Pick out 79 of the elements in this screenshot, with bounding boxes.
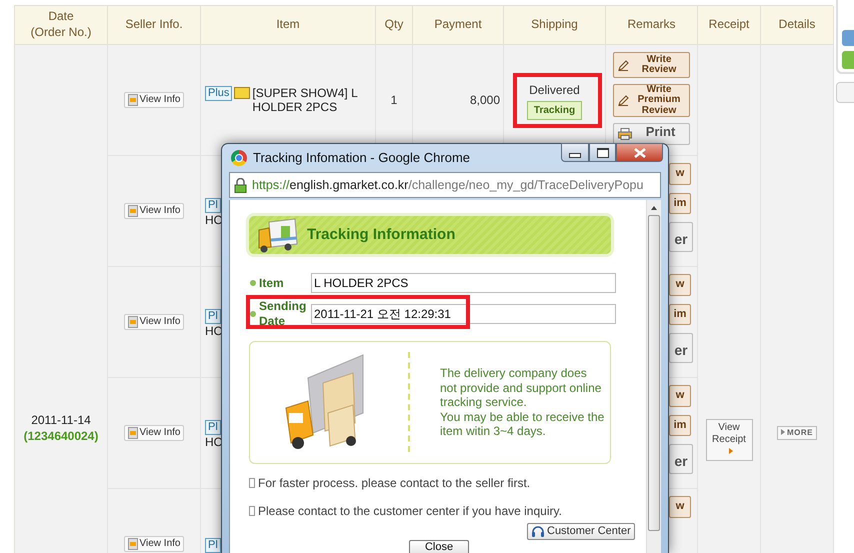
view-info-button[interactable]: View Info — [124, 425, 184, 441]
print-voucher-button[interactable]: er — [669, 444, 693, 474]
column-header: Remarks — [606, 6, 698, 45]
headset-icon — [531, 524, 545, 538]
column-header: Date (Order No.) — [15, 6, 108, 45]
column-header: Payment — [413, 6, 504, 45]
minimize-button[interactable] — [561, 143, 589, 162]
window-title: Tracking Infomation - Google Chrome — [253, 149, 470, 168]
document-icon — [128, 94, 138, 106]
view-info-button[interactable]: View Info — [124, 314, 184, 330]
write-premium-review-button[interactable]: Write Premium Review — [613, 84, 690, 117]
maximize-icon — [596, 148, 608, 158]
view-info-button[interactable]: View Info — [124, 92, 184, 108]
item-name[interactable]: [SUPER SHOW4] L HOLDER 2PCS — [252, 86, 370, 114]
write-premium-review-button[interactable]: im — [669, 192, 691, 214]
column-header: Details — [761, 6, 834, 45]
write-review-button[interactable]: w — [669, 163, 691, 185]
write-review-button[interactable]: w — [669, 385, 691, 407]
caret-icon — [781, 429, 785, 435]
view-receipt-button[interactable]: View Receipt — [706, 419, 752, 461]
bullet-icon — [249, 506, 255, 516]
view-info-button[interactable]: View Info — [124, 203, 184, 219]
print-voucher-button[interactable]: er — [669, 333, 693, 364]
plus-tag: Pl — [205, 420, 221, 435]
maximize-button[interactable] — [589, 143, 616, 162]
column-header: Shipping — [504, 6, 606, 45]
close-icon — [634, 148, 646, 158]
bullet-icon — [249, 478, 255, 488]
print-voucher-button[interactable]: er — [669, 222, 693, 252]
document-icon — [128, 205, 138, 217]
minimize-icon — [569, 153, 581, 158]
column-header: Receipt — [698, 6, 761, 45]
coupon-icon — [234, 86, 250, 99]
more-button[interactable]: MORE — [777, 426, 817, 440]
notice-text: The delivery company does not provide and support online tracking service. — [440, 366, 602, 410]
bullet-icon — [250, 311, 256, 317]
document-icon — [128, 316, 138, 328]
plus-tag: Pl — [205, 538, 221, 553]
payment-amount: 8,000 — [470, 92, 500, 109]
note-text: Please contact to the customer center if you have inquiry. — [258, 502, 562, 520]
close-button[interactable]: Close — [409, 540, 469, 553]
quantity: 1 — [390, 92, 398, 109]
write-premium-review-button[interactable]: im — [669, 304, 691, 326]
input-field[interactable]: 2011-11-21 오전 12:29:31 — [311, 304, 616, 324]
write-review-button[interactable]: w — [669, 496, 691, 518]
notice-text: You may be able to receive the item witin 3~4 days. — [440, 410, 605, 438]
note-text: For faster process. please contact to the seller first. — [258, 474, 530, 492]
column-header: Qty — [376, 6, 413, 45]
field-label: Item — [259, 276, 285, 290]
tracking-button[interactable]: Tracking — [526, 100, 582, 120]
write-premium-review-button[interactable]: im — [669, 414, 691, 436]
url-text: https://english.gmarket.co.kr/challenge/neo_my_gd/TraceDeliveryPopu — [252, 176, 644, 194]
document-icon — [128, 538, 138, 550]
pencil-icon — [618, 60, 629, 70]
input-field[interactable]: L HOLDER 2PCS — [311, 273, 616, 293]
print-voucher-button[interactable]: Print — [613, 123, 690, 145]
order-date: 2011-11-14 — [31, 413, 91, 429]
write-review-button[interactable]: w — [669, 274, 691, 296]
bullet-icon — [250, 280, 256, 286]
scrollbar[interactable] — [646, 200, 661, 553]
shipping-status: Delivered — [529, 82, 580, 98]
browser-logo-icon — [231, 150, 247, 166]
close-button[interactable] — [616, 143, 663, 162]
address-bar[interactable]: https://english.gmarket.co.kr/challenge/neo_my_gd/TraceDeliveryPopu — [229, 172, 661, 198]
write-review-button[interactable]: Write Review — [613, 52, 690, 78]
column-header: Seller Info. — [108, 6, 201, 45]
printer-icon — [618, 128, 632, 140]
lock-icon — [234, 178, 247, 192]
plus-tag: Plus — [205, 86, 232, 101]
plus-tag: Pl — [205, 198, 221, 213]
view-info-button[interactable]: View Info — [124, 536, 184, 552]
column-header: Item — [201, 6, 376, 45]
caret-icon — [728, 448, 732, 454]
pencil-icon — [618, 95, 629, 106]
popup-heading: Tracking Information — [307, 224, 456, 245]
field-label: Sending Date — [259, 299, 308, 329]
customer-center-button[interactable]: Customer Center — [527, 522, 635, 540]
document-icon — [128, 427, 138, 439]
plus-tag: Pl — [205, 308, 221, 324]
